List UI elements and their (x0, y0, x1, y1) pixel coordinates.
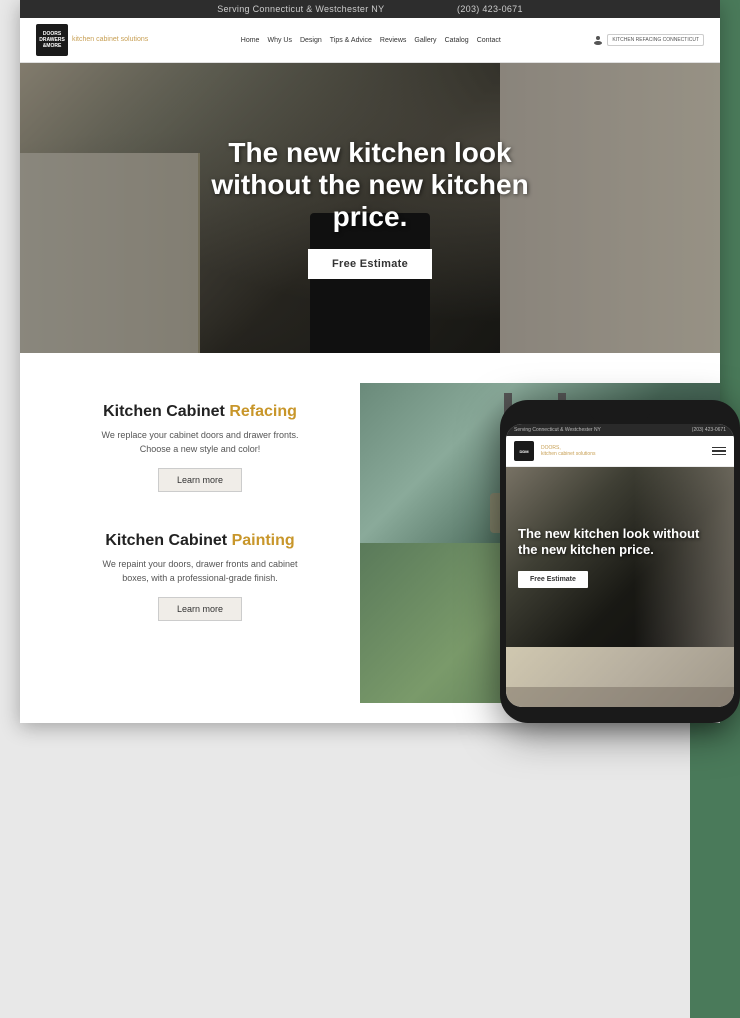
service-refacing-desc: We replace your cabinet doors and drawer… (90, 429, 310, 456)
service-refacing-wrapper: Kitchen Cabinet Refacing We replace your… (70, 403, 330, 492)
person-icon (593, 35, 603, 45)
hero-content: The new kitchen look without the new kit… (180, 137, 560, 280)
mobile-notch (590, 412, 650, 420)
mobile-logo-icon: DDM (514, 441, 534, 461)
logo: DOORSDRAWERS&MORE kitchen cabinet soluti… (36, 24, 148, 56)
mobile-phone: (203) 423-0671 (692, 427, 726, 433)
mobile-bottom-kitchen-image (506, 647, 734, 707)
nav-tips[interactable]: Tips & Advice (330, 37, 372, 44)
mobile-logo-text: DOORS, kitchen cabinet solutions (541, 445, 595, 458)
hamburger-line-1 (712, 447, 726, 449)
partner-logo: KITCHEN REFACING CONNECTICUT (607, 34, 704, 46)
mobile-serving-text: Serving Connecticut & Westchester NY (514, 427, 601, 433)
main-nav: DOORSDRAWERS&MORE kitchen cabinet soluti… (20, 18, 720, 63)
mobile-top-bar: Serving Connecticut & Westchester NY (20… (506, 424, 734, 436)
nav-reviews[interactable]: Reviews (380, 37, 406, 44)
mobile-hero-title: The new kitchen look without the new kit… (518, 526, 722, 557)
refacing-learn-more-button[interactable]: Learn more (158, 468, 242, 492)
mobile-mockup: Serving Connecticut & Westchester NY (20… (500, 400, 740, 723)
top-announcement-bar: Serving Connecticut & Westchester NY (20… (20, 0, 720, 18)
mobile-hero-cta-button[interactable]: Free Estimate (518, 571, 588, 588)
service-painting-title: Kitchen Cabinet Painting (105, 532, 294, 550)
hamburger-line-3 (712, 454, 726, 456)
painting-learn-more-button[interactable]: Learn more (158, 597, 242, 621)
services-left-column: Kitchen Cabinet Refacing We replace your… (20, 383, 360, 703)
service-painting-block: Kitchen Cabinet Painting We repaint your… (70, 532, 330, 621)
nav-gallery[interactable]: Gallery (414, 37, 436, 44)
service-refacing-block: Kitchen Cabinet Refacing We replace your… (70, 403, 330, 492)
mobile-screen: Serving Connecticut & Westchester NY (20… (506, 424, 734, 707)
hero-title: The new kitchen look without the new kit… (180, 137, 560, 234)
mobile-logo: DDM DOORS, kitchen cabinet solutions (514, 441, 712, 461)
logo-text-icon: DOORSDRAWERS&MORE (39, 31, 65, 49)
nav-design[interactable]: Design (300, 37, 322, 44)
nav-why-us[interactable]: Why Us (267, 37, 292, 44)
logo-tagline: kitchen cabinet solutions (72, 35, 148, 44)
nav-catalog[interactable]: Catalog (445, 37, 469, 44)
nav-contact[interactable]: Contact (477, 37, 501, 44)
phone-number: (203) 423-0671 (457, 4, 523, 14)
service-painting-desc: We repaint your doors, drawer fronts and… (90, 558, 310, 585)
nav-home[interactable]: Home (241, 37, 260, 44)
service-painting-wrapper: Kitchen Cabinet Painting We repaint your… (70, 532, 330, 621)
logo-icon: DOORSDRAWERS&MORE (36, 24, 68, 56)
mobile-hero-section: The new kitchen look without the new kit… (506, 467, 734, 647)
nav-partner: KITCHEN REFACING CONNECTICUT (593, 34, 704, 46)
serving-text: Serving Connecticut & Westchester NY (217, 4, 384, 14)
hamburger-line-2 (712, 450, 726, 452)
service-refacing-title: Kitchen Cabinet Refacing (103, 403, 297, 421)
hamburger-menu-button[interactable] (712, 447, 726, 456)
nav-links: Home Why Us Design Tips & Advice Reviews… (160, 37, 581, 44)
hero-cta-button[interactable]: Free Estimate (308, 249, 432, 279)
mobile-nav: DDM DOORS, kitchen cabinet solutions (506, 436, 734, 467)
mobile-hero-content: The new kitchen look without the new kit… (518, 526, 722, 587)
hero-section: The new kitchen look without the new kit… (20, 63, 720, 353)
